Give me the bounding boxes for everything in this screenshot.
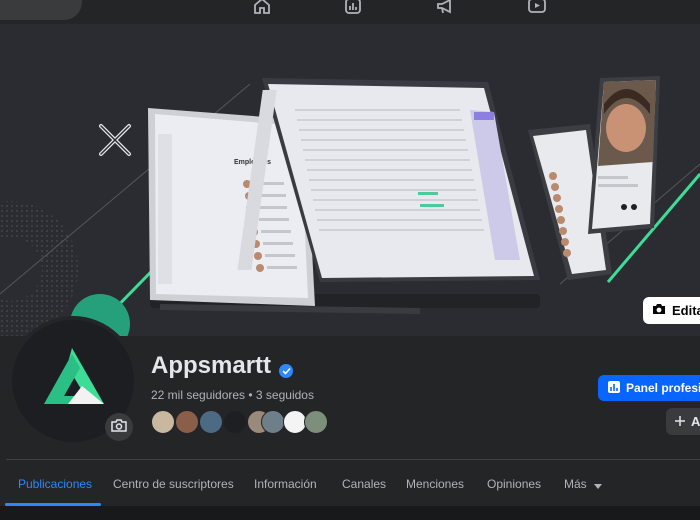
search-field-stub[interactable] [0, 0, 82, 20]
camera-icon [111, 418, 127, 437]
tab-menciones[interactable]: Menciones [406, 477, 464, 491]
follower-avatar[interactable] [199, 410, 223, 434]
chart-icon [608, 380, 620, 396]
phone-mockup-right [588, 76, 660, 234]
top-nav-bar [0, 0, 700, 24]
megaphone-icon[interactable] [435, 0, 459, 18]
chart-icon[interactable] [343, 0, 367, 18]
professional-panel-label: Panel profesional [626, 381, 700, 395]
page-title: Appsmartt [151, 352, 272, 379]
add-button[interactable]: A [666, 408, 700, 435]
tab-publicaciones[interactable]: Publicaciones [18, 477, 92, 491]
follower-stats[interactable]: 22 mil seguidores • 3 seguidos [151, 388, 314, 402]
caret-down-icon [594, 478, 603, 492]
edit-cover-button[interactable]: Editar [643, 297, 700, 324]
update-avatar-button[interactable] [105, 413, 133, 441]
edit-cover-label: Editar [672, 303, 700, 318]
cover-photo: Employees [0, 24, 700, 336]
verified-badge-icon [279, 364, 293, 378]
profile-tabs: Publicaciones Centro de suscriptores Inf… [0, 460, 700, 506]
follower-avatar[interactable] [151, 410, 175, 434]
follower-avatar[interactable] [223, 410, 247, 434]
tab-centro-de-suscriptores[interactable]: Centro de suscriptores [113, 477, 234, 491]
tab-informacion[interactable]: Información [254, 477, 317, 491]
camera-icon [652, 303, 666, 318]
professional-panel-button[interactable]: Panel profesional [598, 375, 700, 401]
tab-opiniones[interactable]: Opiniones [487, 477, 541, 491]
home-icon[interactable] [252, 0, 276, 18]
page-background [0, 506, 700, 520]
tab-canales[interactable]: Canales [342, 477, 386, 491]
follower-avatar[interactable] [175, 410, 199, 434]
follower-avatar[interactable] [261, 410, 285, 434]
cover-illustration: Employees [0, 24, 700, 336]
follower-avatar[interactable] [304, 410, 328, 434]
plus-icon [675, 414, 685, 429]
add-button-label: A [691, 414, 700, 429]
video-icon[interactable] [527, 0, 551, 18]
tab-mas-label: Más [564, 477, 587, 491]
tab-mas[interactable]: Más [564, 477, 603, 492]
